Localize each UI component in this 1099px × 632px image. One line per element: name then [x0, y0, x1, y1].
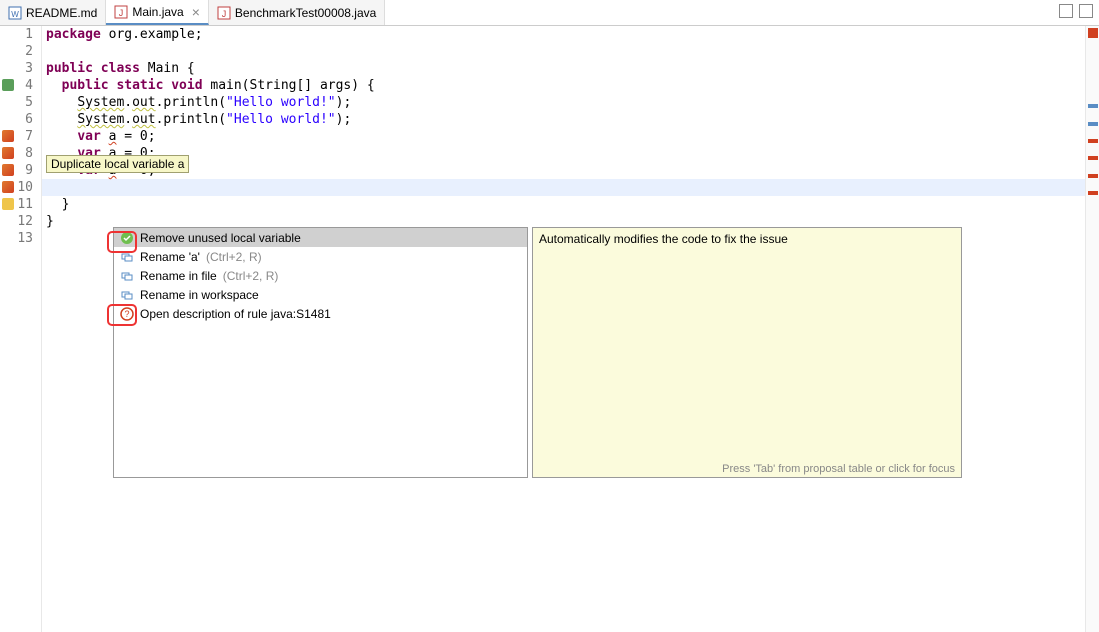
code-line[interactable]: public static void main(String[] args) {	[46, 77, 1099, 94]
bug-marker-icon[interactable]	[2, 181, 14, 193]
tab-label: README.md	[26, 6, 97, 20]
ruler-mark[interactable]	[1088, 139, 1098, 143]
line-number: 12	[0, 213, 33, 230]
ruler-mark[interactable]	[1088, 122, 1098, 126]
quickfix-label: Open description of rule java:S1481	[140, 307, 331, 321]
quickfix-item[interactable]: Rename in file (Ctrl+2, R)	[114, 266, 527, 285]
line-number: 8	[0, 145, 33, 162]
bug-marker-icon[interactable]	[2, 164, 14, 176]
overview-ruler[interactable]	[1085, 26, 1099, 632]
run-marker-icon[interactable]	[2, 79, 14, 91]
annotation-box	[107, 231, 137, 253]
line-number: 1	[0, 26, 33, 43]
line-number: 3	[0, 60, 33, 77]
code-line[interactable]: var a = 0;	[46, 128, 1099, 145]
description-panel[interactable]: Automatically modifies the code to fix t…	[532, 227, 962, 478]
bug-marker-icon[interactable]	[2, 130, 14, 142]
svg-text:J: J	[119, 8, 124, 18]
svg-text:J: J	[222, 9, 227, 19]
quickfix-hint: (Ctrl+2, R)	[206, 250, 262, 264]
code-line[interactable]: var a = 0;	[46, 162, 1099, 179]
tab-label: BenchmarkTest00008.java	[235, 6, 376, 20]
quickfix-hint: (Ctrl+2, R)	[223, 269, 279, 283]
line-number: 10	[0, 179, 33, 196]
line-number: 4	[0, 77, 33, 94]
ruler-mark[interactable]	[1088, 174, 1098, 178]
error-summary-icon	[1088, 28, 1098, 38]
code-line[interactable]: var a = 0;	[46, 145, 1099, 162]
error-tooltip: Duplicate local variable a	[46, 155, 189, 173]
line-number: 6	[0, 111, 33, 128]
description-footer: Press 'Tab' from proposal table or click…	[722, 463, 955, 475]
ruler-mark[interactable]	[1088, 104, 1098, 108]
code-line[interactable]: System.out.println("Hello world!");	[46, 111, 1099, 128]
code-line[interactable]	[46, 179, 1099, 196]
svg-text:W: W	[11, 10, 19, 19]
line-number: 7	[0, 128, 33, 145]
quickfix-item[interactable]: Remove unused local variable	[114, 228, 527, 247]
code-line[interactable]: public class Main {	[46, 60, 1099, 77]
code-line[interactable]	[46, 43, 1099, 60]
line-number: 2	[0, 43, 33, 60]
code-line[interactable]: }	[46, 196, 1099, 213]
quickfix-item[interactable]: Rename 'a' (Ctrl+2, R)	[114, 247, 527, 266]
line-number: 5	[0, 94, 33, 111]
tab-bar: W README.md J Main.java × J BenchmarkTest00008…	[0, 0, 1099, 26]
quickfix-label: Rename in workspace	[140, 288, 259, 302]
java-file-icon: J	[114, 5, 128, 19]
rename-icon	[120, 269, 134, 283]
ruler-mark[interactable]	[1088, 156, 1098, 160]
description-body: Automatically modifies the code to fix t…	[533, 228, 961, 250]
tab[interactable]: J BenchmarkTest00008.java	[209, 0, 385, 25]
quickfix-label: Rename in file	[140, 269, 217, 283]
close-icon[interactable]: ×	[192, 4, 200, 20]
quickfix-label: Remove unused local variable	[140, 231, 301, 245]
tab-label: Main.java	[132, 5, 183, 19]
line-number: 13	[0, 230, 33, 247]
line-number: 11	[0, 196, 33, 213]
bug-marker-icon[interactable]	[2, 147, 14, 159]
quickfix-item[interactable]: ?Open description of rule java:S1481	[114, 304, 527, 323]
quickfix-label: Rename 'a'	[140, 250, 200, 264]
quickfix-item[interactable]: Rename in workspace	[114, 285, 527, 304]
code-line[interactable]: System.out.println("Hello world!");	[46, 94, 1099, 111]
line-gutter: 12345678910111213	[0, 26, 42, 632]
ruler-mark[interactable]	[1088, 191, 1098, 195]
annotation-box	[107, 304, 137, 326]
java-file-icon: J	[217, 6, 231, 20]
minimize-icon[interactable]	[1059, 4, 1073, 18]
warn-marker-icon[interactable]	[2, 198, 14, 210]
tab[interactable]: W README.md	[0, 0, 106, 25]
maximize-icon[interactable]	[1079, 4, 1093, 18]
quickfix-panel[interactable]: Remove unused local variable Rename 'a' (…	[113, 227, 528, 478]
tab[interactable]: J Main.java ×	[106, 0, 209, 25]
code-line[interactable]: package org.example;	[46, 26, 1099, 43]
doc-file-icon: W	[8, 6, 22, 20]
rename-icon	[120, 288, 134, 302]
line-number: 9	[0, 162, 33, 179]
